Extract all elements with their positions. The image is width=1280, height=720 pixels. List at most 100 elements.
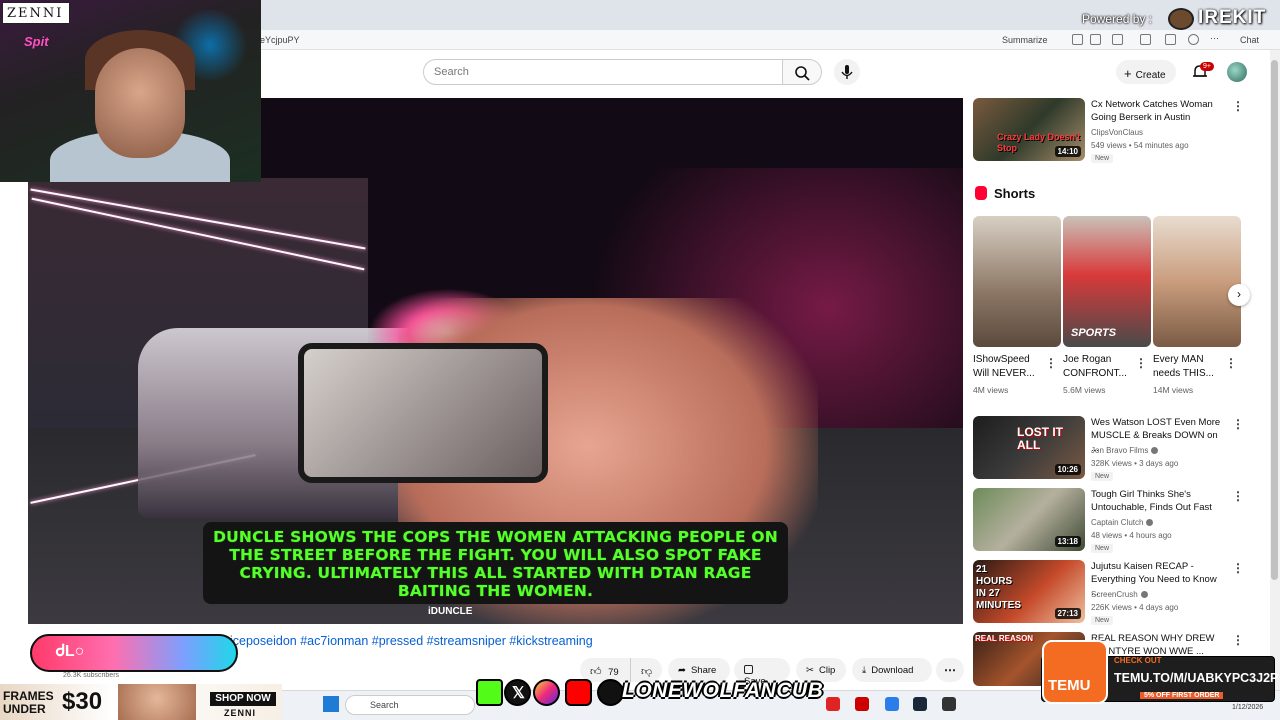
voice-search-button[interactable]: [834, 59, 860, 85]
kick-icon: [476, 679, 503, 706]
zenni-ad-logo: ZENNI: [224, 708, 256, 718]
channel-overlay-logo: ᏧL○: [56, 643, 85, 660]
sidebar-video-menu-button[interactable]: ⋮: [1232, 99, 1244, 113]
sidebar-video-thumbnail[interactable]: 21 HOURS IN 27 MINUTES 27:13: [973, 560, 1085, 623]
short-title[interactable]: Every MAN needs THIS...: [1153, 353, 1227, 381]
subscriber-count: 26.3K subscribers: [63, 672, 120, 679]
sidebar-video-menu-button[interactable]: ⋮: [1232, 489, 1244, 503]
shorts-next-button[interactable]: ›: [1228, 284, 1250, 306]
webcam-streamer-face: [95, 48, 185, 158]
shorts-icon: [975, 186, 987, 200]
scrollbar-thumb[interactable]: [1271, 60, 1278, 580]
temu-check-out-label: CHECK OUT: [1114, 656, 1162, 665]
video-hashtags[interactable]: iceposeidon #ac7ionman #pressed #streams…: [230, 634, 593, 648]
video-duration: 14:10: [1054, 146, 1081, 157]
shorts-heading: Shorts: [994, 186, 1036, 201]
download-button[interactable]: ⤓ Download: [852, 658, 932, 682]
windows-start-icon[interactable]: [323, 696, 339, 712]
thumbnail-text: 21 HOURS IN 27 MINUTES: [976, 564, 1021, 611]
sidebar-video-title[interactable]: Tough Girl Thinks She's Untouchable, Fin…: [1091, 488, 1223, 514]
sidebar-video-thumbnail[interactable]: LOST IT ALL 10:26: [973, 416, 1085, 479]
sidebar-video-meta: 328K views • 3 days ago: [1091, 459, 1179, 468]
sidebar-video-menu-button[interactable]: ⋮: [1232, 417, 1244, 431]
ad-price: $30: [62, 688, 103, 715]
short-menu-button[interactable]: ⋮: [1045, 356, 1057, 370]
sidebar-video-menu-button[interactable]: ⋮: [1232, 633, 1244, 647]
thumbnail-text: LOST IT ALL: [1017, 425, 1063, 452]
collections-icon[interactable]: [1165, 34, 1176, 45]
reader-icon[interactable]: [1072, 34, 1083, 45]
tiktok-icon: [597, 679, 624, 706]
profile-icon[interactable]: [1188, 34, 1199, 45]
sidebar-video-channel[interactable]: Captain Clutch: [1091, 518, 1154, 527]
short-thumbnail[interactable]: [973, 216, 1061, 347]
sidebar-video-thumbnail[interactable]: Crazy Lady Doesn't Stop 14:10: [973, 98, 1085, 161]
chevron-right-icon: ›: [1237, 287, 1241, 301]
clip-label: Clip: [818, 665, 836, 676]
video-duration: 13:18: [1054, 536, 1081, 547]
netflix-app-icon[interactable]: [855, 697, 869, 711]
search-button[interactable]: [782, 59, 822, 85]
webcam-neon-sign: Spit: [24, 34, 49, 49]
sidebar-video-channel[interactable]: ClipsVonClaus: [1091, 128, 1143, 137]
short-menu-button[interactable]: ⋮: [1135, 356, 1147, 370]
share-icon: ➦: [678, 665, 686, 676]
new-badge: New: [1091, 544, 1114, 553]
youtube-app-icon[interactable]: [826, 697, 840, 711]
sidebar-video-channel[interactable]: ScreenCrush: [1091, 590, 1148, 599]
taskbar-search[interactable]: Search: [345, 695, 475, 715]
channel-name: Captain Clutch: [1091, 518, 1144, 527]
short-thumbnail[interactable]: [1153, 216, 1241, 347]
thumbnail-text: SPORTS: [1071, 327, 1117, 339]
copilot-chat-button[interactable]: Chat: [1240, 35, 1259, 45]
video-duration: 27:13: [1054, 608, 1081, 619]
verified-icon: [1140, 591, 1148, 598]
sidebar-video-channel[interactable]: Jon Bravo Films: [1091, 446, 1159, 455]
thumbnail-text: REAL REASON: [975, 634, 1034, 643]
taskbar-date: 1/12/2026: [1232, 704, 1264, 711]
instagram-icon: [533, 679, 560, 706]
plus-icon: +: [1124, 66, 1132, 81]
sidebar-video-thumbnail[interactable]: 13:18: [973, 488, 1085, 551]
like-count: 79: [608, 667, 619, 678]
address-bar[interactable]: eYcjpuPY Summarize ⋯ Chat: [250, 30, 1280, 50]
steam-app-icon[interactable]: [913, 697, 927, 711]
temu-logo-text: TEMU: [1048, 677, 1091, 694]
bear-mascot-icon: [1168, 8, 1194, 30]
short-thumbnail[interactable]: SPORTS: [1063, 216, 1151, 347]
more-actions-button[interactable]: ⋯: [936, 658, 964, 682]
sidebar-video-meta: 226K views • 4 days ago: [1091, 603, 1179, 612]
download-label: Download: [871, 665, 914, 676]
sidebar-video-title[interactable]: REAL REASON WHY DREW MCINTYRE WON WWE ..…: [1091, 632, 1223, 658]
search-icon: [795, 66, 810, 81]
obs-app-icon[interactable]: [942, 697, 956, 711]
youtube-icon: [565, 679, 592, 706]
notification-count-badge: 9+: [1200, 62, 1214, 71]
streamer-webcam: Spit ZENNI: [0, 0, 261, 182]
search-input[interactable]: Search: [423, 59, 783, 85]
favorite-star-icon[interactable]: [1090, 34, 1101, 45]
ad-frames-text: FRAMES UNDER: [3, 689, 54, 716]
address-url[interactable]: eYcjpuPY: [260, 35, 300, 45]
summarize-button[interactable]: Summarize: [1002, 35, 1048, 45]
new-badge: New: [1091, 616, 1114, 625]
create-label: Create: [1135, 70, 1166, 81]
short-title[interactable]: Joe Rogan CONFRONT...: [1063, 353, 1137, 381]
video-watermark: iDUNCLE: [428, 606, 473, 617]
refresh-icon[interactable]: [1112, 34, 1123, 45]
more-icon[interactable]: ⋯: [1210, 33, 1221, 44]
sidebar-video-menu-button[interactable]: ⋮: [1232, 561, 1244, 575]
short-title[interactable]: IShowSpeed Will NEVER...: [973, 353, 1047, 381]
account-avatar[interactable]: [1227, 62, 1247, 82]
new-badge: New: [1091, 472, 1114, 481]
download-icon: ⤓: [862, 665, 867, 676]
browser-app-icon[interactable]: [885, 697, 899, 711]
scissors-icon: ✂: [806, 665, 814, 676]
sidebar-video-title[interactable]: Cx Network Catches Woman Going Berserk i…: [1091, 98, 1223, 124]
bookmark-icon: [744, 665, 753, 674]
short-menu-button[interactable]: ⋮: [1225, 356, 1237, 370]
video-caption: DUNCLE SHOWS THE COPS THE WOMEN ATTACKIN…: [203, 522, 788, 604]
short-views: 14M views: [1153, 385, 1194, 395]
create-button[interactable]: + Create: [1116, 60, 1176, 84]
extensions-icon[interactable]: [1140, 34, 1151, 45]
